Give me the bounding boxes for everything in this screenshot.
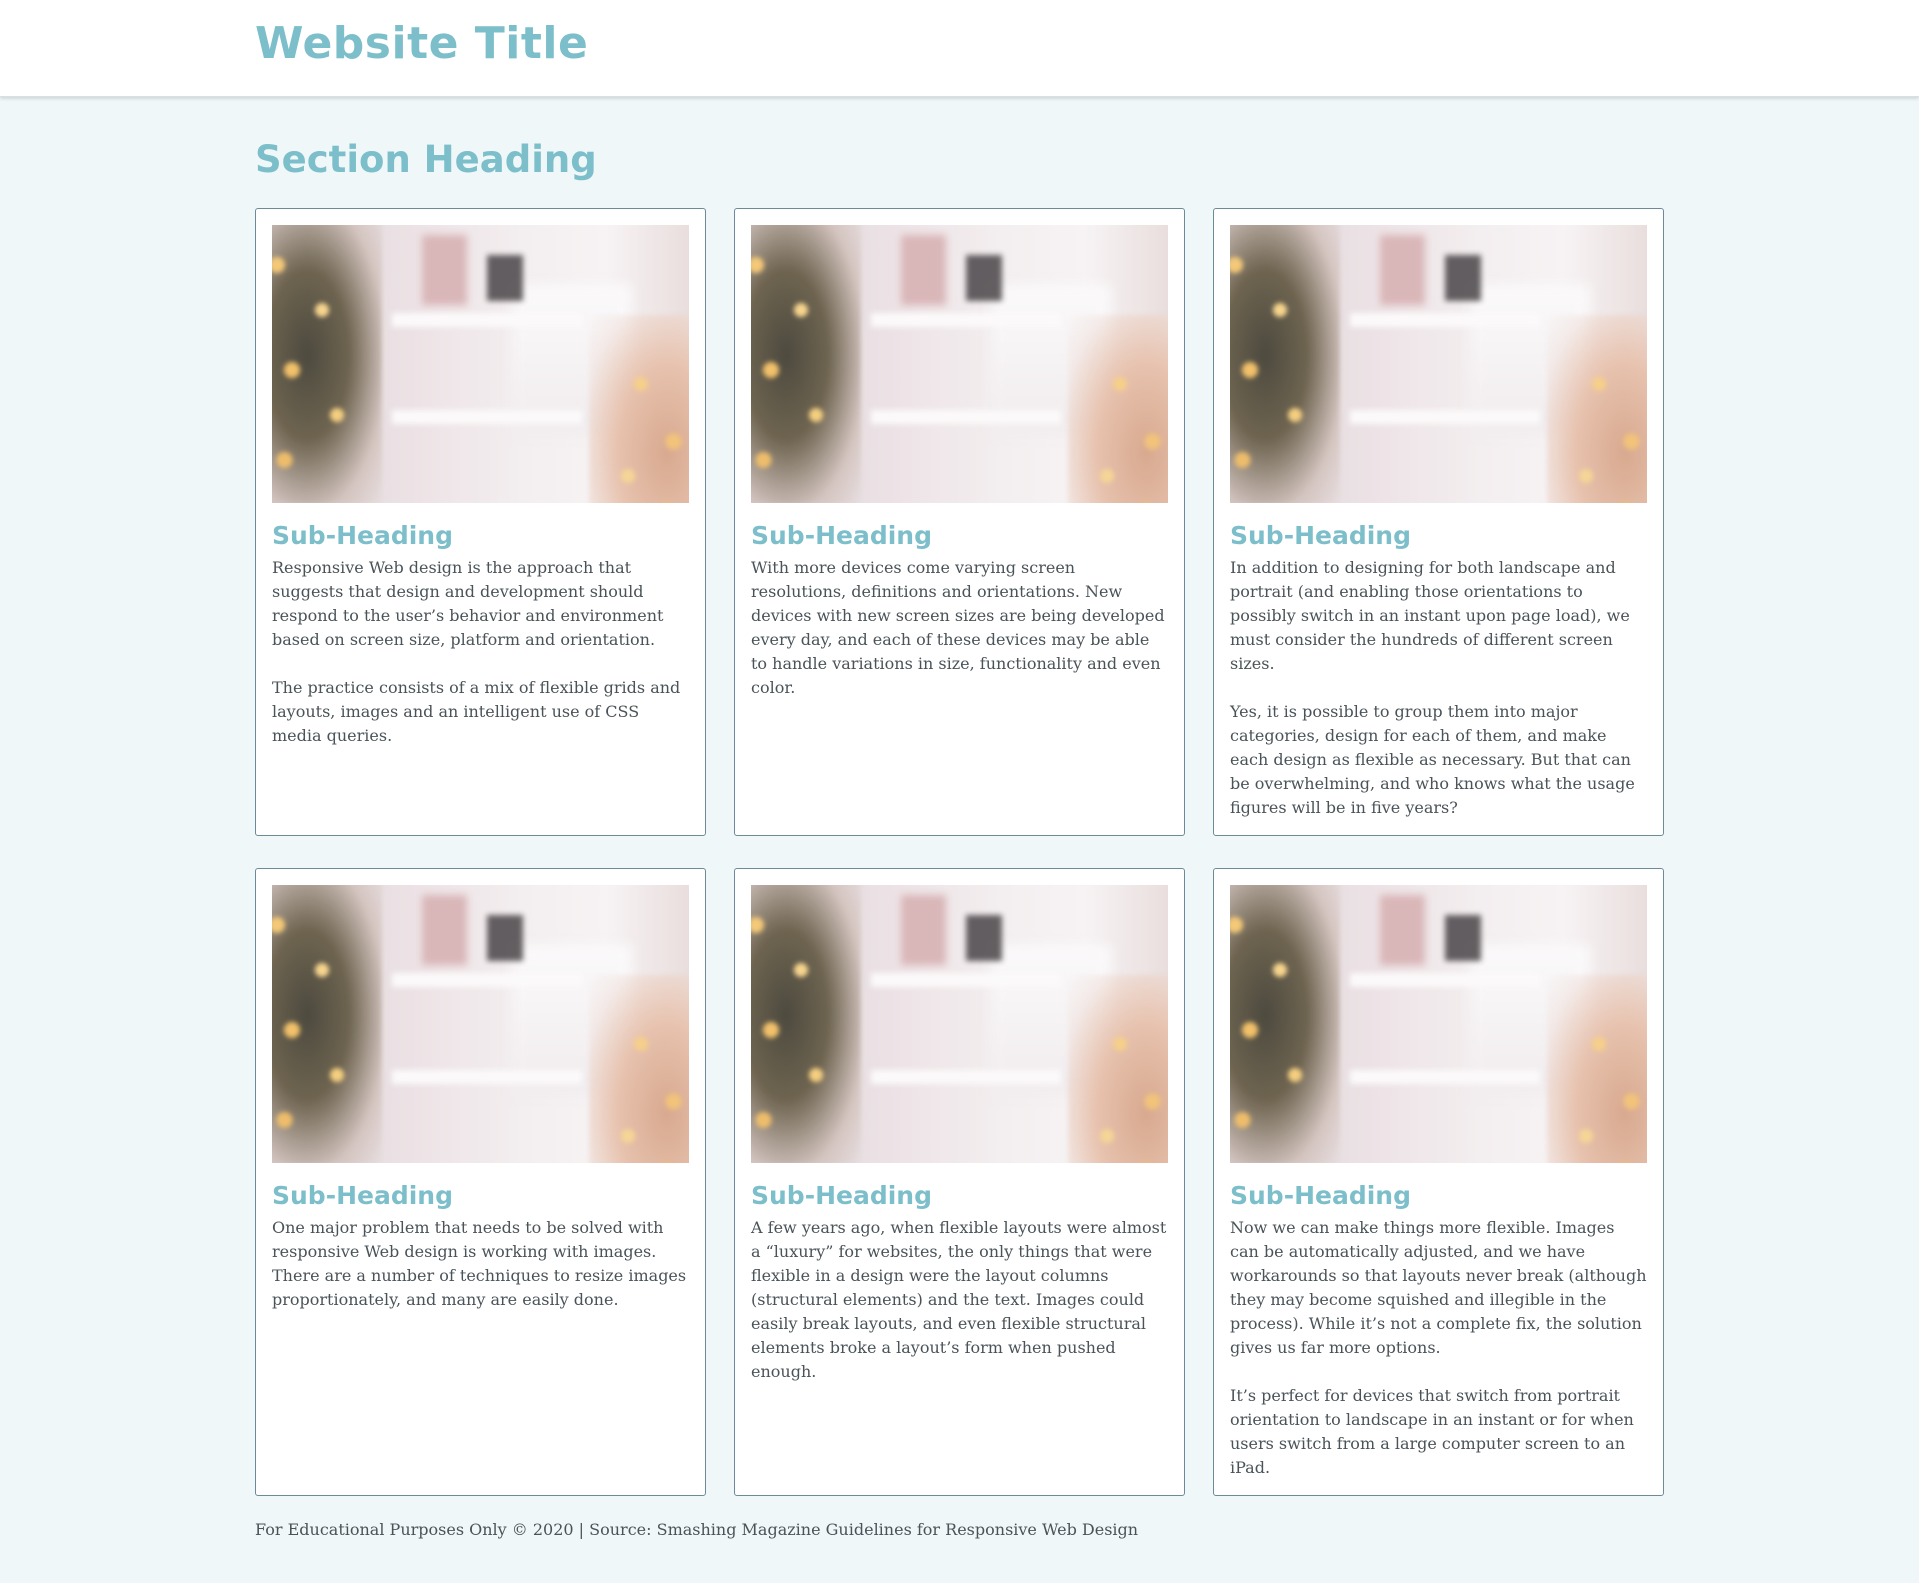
card-body: Now we can make things more flexible. Im… <box>1230 1216 1647 1480</box>
card-paragraph: Responsive Web design is the approach th… <box>272 558 664 649</box>
card-paragraph: With more devices come varying screen re… <box>751 558 1165 697</box>
card: Sub-Heading One major problem that needs… <box>255 868 706 1496</box>
card-image <box>751 885 1168 1163</box>
card-body: With more devices come varying screen re… <box>751 556 1168 700</box>
card-paragraph: A few years ago, when flexible layouts w… <box>751 1218 1167 1381</box>
card-image <box>272 885 689 1163</box>
card-subheading: Sub-Heading <box>1230 1181 1411 1210</box>
site-header: Website Title <box>0 0 1919 97</box>
card-body: Responsive Web design is the approach th… <box>272 556 689 748</box>
card-subheading: Sub-Heading <box>1230 521 1411 550</box>
card-subheading: Sub-Heading <box>751 1181 932 1210</box>
card-body: One major problem that needs to be solve… <box>272 1216 689 1312</box>
footer-text: For Educational Purposes Only © 2020 | S… <box>255 1520 1139 1539</box>
card-image <box>1230 225 1647 503</box>
card: Sub-Heading A few years ago, when flexib… <box>734 868 1185 1496</box>
card-image <box>1230 885 1647 1163</box>
card-body: In addition to designing for both landsc… <box>1230 556 1647 820</box>
card-paragraph: In addition to designing for both landsc… <box>1230 558 1630 673</box>
card-grid: Sub-Heading Responsive Web design is the… <box>255 208 1665 1496</box>
card-paragraph: Now we can make things more flexible. Im… <box>1230 1218 1647 1357</box>
card-subheading: Sub-Heading <box>272 521 453 550</box>
card-paragraph: It’s perfect for devices that switch fro… <box>1230 1386 1634 1477</box>
card-image <box>751 225 1168 503</box>
card: Sub-Heading Now we can make things more … <box>1213 868 1664 1496</box>
card-paragraph: The practice consists of a mix of flexib… <box>272 678 681 745</box>
card-paragraph: One major problem that needs to be solve… <box>272 1218 687 1309</box>
card: Sub-Heading In addition to designing for… <box>1213 208 1664 836</box>
section-heading: Section Heading <box>255 138 597 181</box>
card: Sub-Heading With more devices come varyi… <box>734 208 1185 836</box>
card-subheading: Sub-Heading <box>272 1181 453 1210</box>
card-paragraph: Yes, it is possible to group them into m… <box>1230 702 1635 817</box>
site-title[interactable]: Website Title <box>255 18 588 69</box>
card-body: A few years ago, when flexible layouts w… <box>751 1216 1168 1384</box>
card-image <box>272 225 689 503</box>
card-subheading: Sub-Heading <box>751 521 932 550</box>
card: Sub-Heading Responsive Web design is the… <box>255 208 706 836</box>
